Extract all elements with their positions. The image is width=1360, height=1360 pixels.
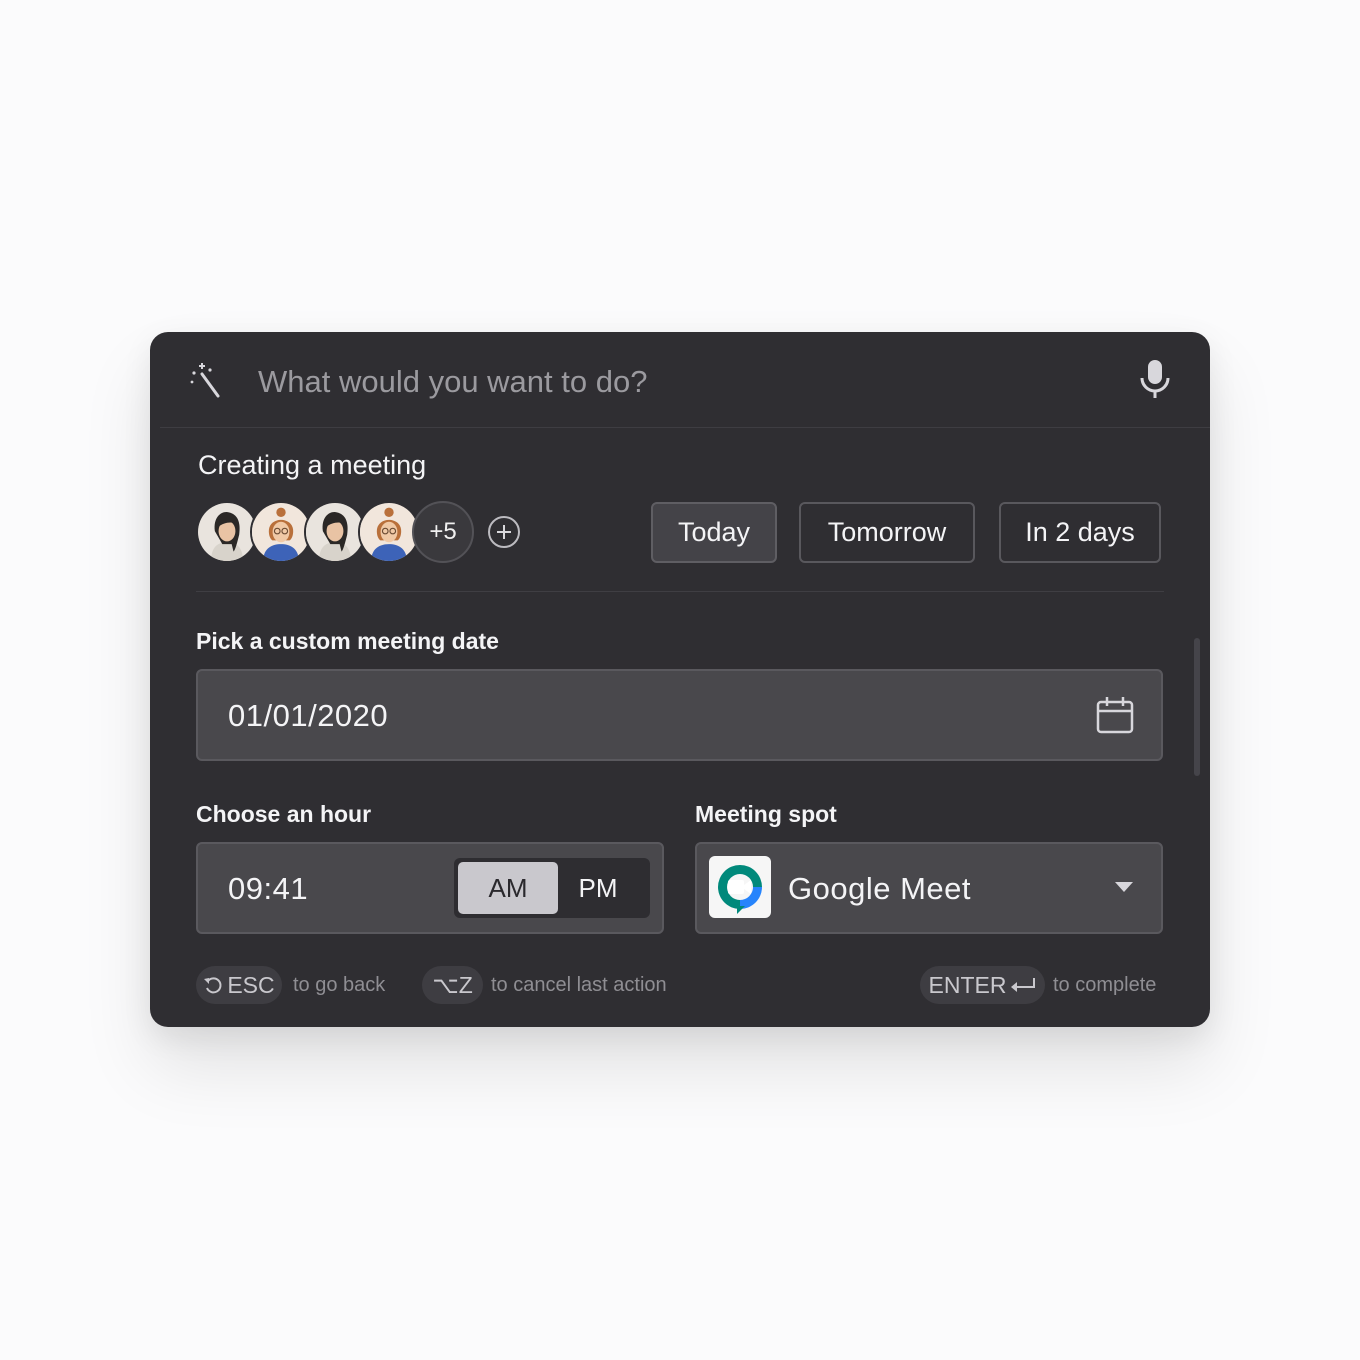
undo-icon [204,977,222,994]
divider [196,591,1164,592]
magic-wand-icon [190,363,220,398]
date-field[interactable]: 01/01/2020 [196,669,1163,761]
google-meet-icon [709,856,771,918]
spot-label: Meeting spot [695,801,837,827]
enter-hint: to complete [1053,974,1157,996]
today-button[interactable]: Today [651,502,777,563]
search-bar [160,332,1210,428]
esc-key-label: ESC [227,971,275,998]
esc-key[interactable]: ESC [196,966,282,1004]
return-icon [1011,978,1036,992]
hour-value: 09:41 [228,871,309,906]
participant-avatars: +5 [196,501,536,563]
command-palette: Creating a meeting [150,332,1210,1027]
avatar[interactable] [358,501,420,563]
spot-value: Google Meet [788,871,971,906]
date-label: Pick a custom meeting date [196,628,499,654]
avatar[interactable] [304,501,366,563]
tomorrow-button[interactable]: Tomorrow [799,502,975,563]
chevron-down-icon[interactable] [1115,882,1133,894]
undo-hint: to cancel last action [491,974,667,996]
avatar[interactable] [196,501,258,563]
microphone-icon[interactable] [1137,358,1173,402]
more-participants-badge[interactable]: +5 [412,501,474,563]
person-avatar-icon [306,503,364,561]
search-input[interactable] [258,360,1118,404]
avatar[interactable] [250,501,312,563]
esc-hint: to go back [293,974,386,996]
am-option[interactable]: AM [458,862,558,914]
hour-label: Choose an hour [196,801,372,827]
person-avatar-icon [360,503,418,561]
section-title: Creating a meeting [198,450,427,480]
calendar-icon[interactable] [1095,695,1135,735]
pm-option[interactable]: PM [548,862,648,914]
enter-key-label: ENTER [928,971,1007,998]
date-value: 01/01/2020 [228,698,389,733]
undo-key[interactable]: ⌥Z [422,966,483,1004]
hour-field[interactable]: 09:41 AM PM [196,842,664,934]
person-avatar-icon [252,503,310,561]
enter-key[interactable]: ENTER [920,966,1045,1004]
am-pm-toggle: AM PM [454,858,650,918]
meeting-spot-select[interactable]: Google Meet [695,842,1163,934]
in-2-days-button[interactable]: In 2 days [999,502,1161,563]
person-avatar-icon [198,503,256,561]
scrollbar[interactable] [1194,638,1200,776]
plus-icon[interactable] [488,516,520,548]
